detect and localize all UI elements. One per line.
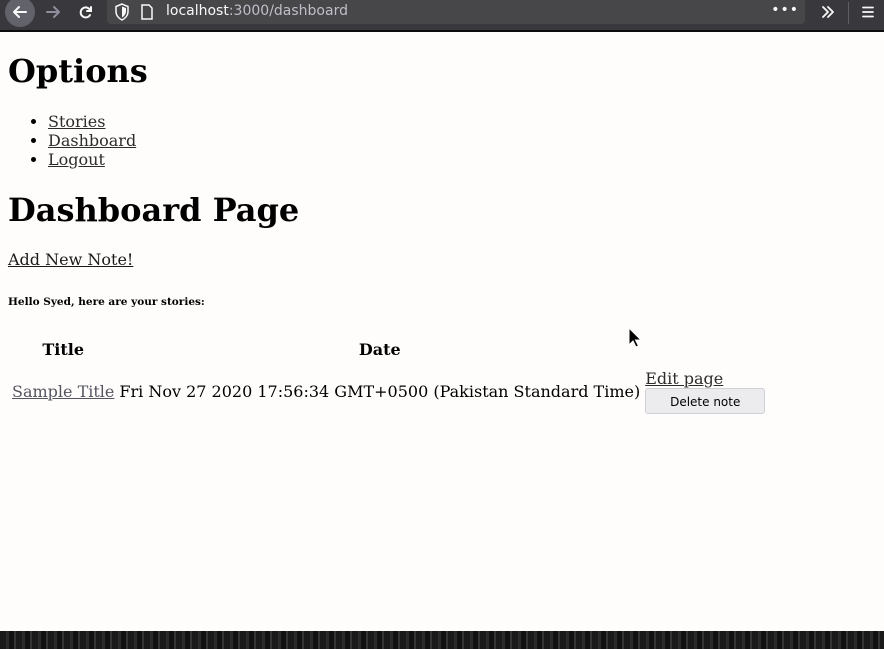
reload-button[interactable] xyxy=(70,0,102,24)
address-bar[interactable]: localhost:3000/dashboard ••• xyxy=(107,0,805,24)
cell-actions: Edit page Delete note xyxy=(644,368,766,415)
page-actions-icon[interactable]: ••• xyxy=(771,2,799,18)
desktop-background xyxy=(0,631,884,649)
tracking-shield-icon[interactable] xyxy=(114,3,130,21)
back-button[interactable] xyxy=(4,0,36,27)
greeting-text: Hello Syed, here are your stories: xyxy=(8,296,205,308)
table-header-row: Title Date xyxy=(11,334,766,365)
story-title-link[interactable]: Sample Title xyxy=(12,382,114,401)
cell-title: Sample Title xyxy=(11,368,115,415)
nav-link-logout[interactable]: Logout xyxy=(48,150,105,169)
forward-arrow-icon xyxy=(46,6,60,18)
options-nav: Stories Dashboard Logout xyxy=(8,112,136,169)
edit-page-link[interactable]: Edit page xyxy=(645,369,765,388)
reload-icon xyxy=(79,6,92,19)
page-title: Dashboard Page xyxy=(8,191,300,229)
nav-link-stories[interactable]: Stories xyxy=(48,112,105,131)
table-row: Sample Title Fri Nov 27 2020 17:56:34 GM… xyxy=(11,368,766,415)
stories-table: Title Date Sample Title Fri Nov 27 2020 … xyxy=(8,331,769,418)
back-arrow-icon xyxy=(5,0,35,27)
menu-button[interactable] xyxy=(852,0,884,24)
cell-date: Fri Nov 27 2020 17:56:34 GMT+0500 (Pakis… xyxy=(119,382,641,401)
forward-button[interactable] xyxy=(37,0,69,24)
column-header-actions xyxy=(644,334,766,365)
column-header-date: Date xyxy=(358,340,401,359)
url-host: localhost xyxy=(166,3,229,19)
url-text[interactable]: localhost:3000/dashboard xyxy=(166,2,348,20)
browser-toolbar: localhost:3000/dashboard ••• xyxy=(0,0,884,32)
add-note-link[interactable]: Add New Note! xyxy=(8,250,133,269)
mouse-cursor-icon xyxy=(628,327,642,348)
url-path: :3000/dashboard xyxy=(228,3,348,19)
hamburger-menu-icon xyxy=(862,6,874,18)
nav-link-dashboard[interactable]: Dashboard xyxy=(48,131,136,150)
nav-item-dashboard: Dashboard xyxy=(48,131,136,150)
page-info-icon[interactable] xyxy=(140,3,154,21)
toolbar-separator xyxy=(848,2,849,24)
options-heading: Options xyxy=(8,52,148,90)
nav-item-logout: Logout xyxy=(48,150,136,169)
delete-note-button[interactable]: Delete note xyxy=(645,388,766,414)
nav-item-stories: Stories xyxy=(48,112,136,131)
chevron-double-right-icon xyxy=(822,6,834,18)
overflow-button[interactable] xyxy=(812,0,844,24)
column-header-title: Title xyxy=(42,340,85,359)
